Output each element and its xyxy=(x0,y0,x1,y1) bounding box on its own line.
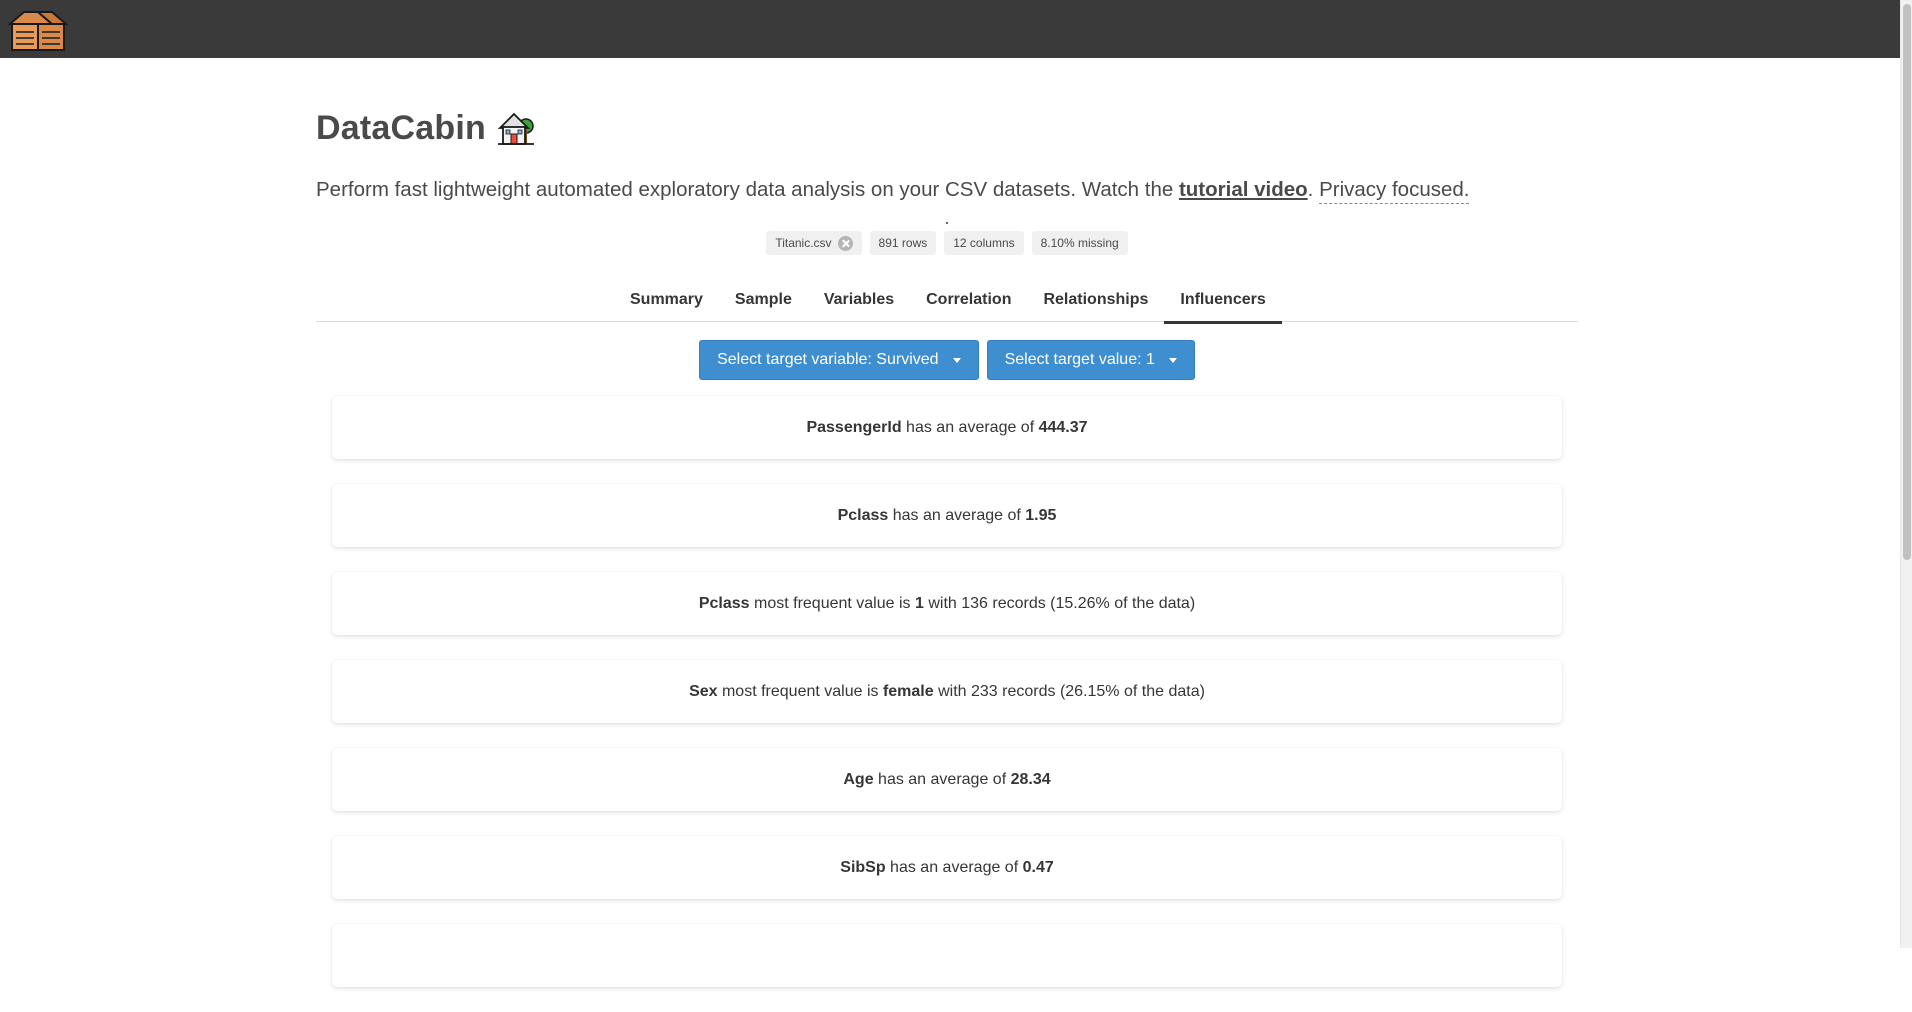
influencer-detail: with 233 records (26.15% of the data) xyxy=(933,682,1205,700)
variable-name: Pclass xyxy=(698,594,750,612)
influencer-value: female xyxy=(882,682,934,700)
caret-down-icon xyxy=(1168,357,1177,363)
tab-variables[interactable]: Variables xyxy=(808,286,910,322)
tab-summary[interactable]: Summary xyxy=(614,286,719,322)
subtitle-text: Perform fast lightweight automated explo… xyxy=(316,178,1179,201)
variable-name: Age xyxy=(843,770,874,788)
target-value-dropdown[interactable]: Select target value: 1 xyxy=(986,340,1195,380)
influencer-text: most frequent value is xyxy=(749,594,915,612)
influencer-value: 1 xyxy=(914,594,924,612)
influencer-text: has an average of xyxy=(888,506,1026,524)
influencer-card: Age has an average of 28.34 xyxy=(332,748,1562,811)
decorative-dot xyxy=(946,222,948,224)
page-subtitle: Perform fast lightweight automated explo… xyxy=(316,178,1470,204)
tutorial-video-link[interactable]: tutorial video xyxy=(1179,178,1308,201)
influencer-card: Sex most frequent value is female with 2… xyxy=(332,660,1562,723)
top-navbar xyxy=(0,0,1900,58)
tab-bar: Summary Sample Variables Correlation Rel… xyxy=(316,286,1578,324)
influencer-card xyxy=(332,924,1562,987)
influencer-list: PassengerId has an average of 444.37 Pcl… xyxy=(332,396,1562,1012)
dataset-tags: Titanic.csv 891 rows 12 columns 8.10% mi… xyxy=(316,231,1578,255)
influencer-value: 444.37 xyxy=(1038,418,1088,436)
influencer-card: Pclass has an average of 1.95 xyxy=(332,484,1562,547)
influencer-detail: with 136 records (15.26% of the data) xyxy=(923,594,1196,612)
variable-name: PassengerId xyxy=(806,418,902,436)
variable-name: Sex xyxy=(689,682,718,700)
target-variable-label: Select target variable: Survived xyxy=(717,351,939,368)
columns-tag: 12 columns xyxy=(944,231,1024,255)
house-emoji-icon xyxy=(496,108,536,148)
page-scrollbar[interactable] xyxy=(1900,0,1912,948)
rows-tag: 891 rows xyxy=(869,231,937,255)
file-name: Titanic.csv xyxy=(775,236,832,250)
title-row: DataCabin xyxy=(316,108,536,148)
influencer-value: 0.47 xyxy=(1022,858,1054,876)
tab-list: Summary Sample Variables Correlation Rel… xyxy=(614,286,1283,324)
target-variable-dropdown[interactable]: Select target variable: Survived xyxy=(699,340,979,380)
influencer-value: 28.34 xyxy=(1010,770,1051,788)
influencer-text: most frequent value is xyxy=(717,682,883,700)
tab-sample[interactable]: Sample xyxy=(719,286,808,322)
influencer-text: has an average of xyxy=(885,858,1023,876)
page-title: DataCabin xyxy=(316,108,486,147)
file-tag: Titanic.csv xyxy=(766,231,862,255)
influencer-value: 1.95 xyxy=(1025,506,1057,524)
privacy-focused-tooltip[interactable]: Privacy focused. xyxy=(1319,178,1470,204)
influencer-card: PassengerId has an average of 444.37 xyxy=(332,396,1562,459)
close-circle-icon[interactable] xyxy=(837,235,853,251)
influencer-card: Pclass most frequent value is 1 with 136… xyxy=(332,572,1562,635)
caret-down-icon xyxy=(952,357,961,363)
target-controls: Select target variable: Survived Select … xyxy=(316,340,1578,380)
variable-name: SibSp xyxy=(840,858,886,876)
scrollbar-thumb[interactable] xyxy=(1903,4,1911,560)
influencer-text: has an average of xyxy=(901,418,1039,436)
influencer-text: has an average of xyxy=(873,770,1011,788)
tab-influencers[interactable]: Influencers xyxy=(1164,286,1283,324)
influencer-card: SibSp has an average of 0.47 xyxy=(332,836,1562,899)
target-value-label: Select target value: 1 xyxy=(1004,351,1155,368)
cabin-logo-icon[interactable] xyxy=(7,10,69,52)
subtitle-period: . xyxy=(1307,178,1320,201)
missing-tag: 8.10% missing xyxy=(1031,231,1128,255)
tab-correlation[interactable]: Correlation xyxy=(910,286,1027,322)
tab-relationships[interactable]: Relationships xyxy=(1027,286,1164,322)
variable-name: Pclass xyxy=(837,506,889,524)
